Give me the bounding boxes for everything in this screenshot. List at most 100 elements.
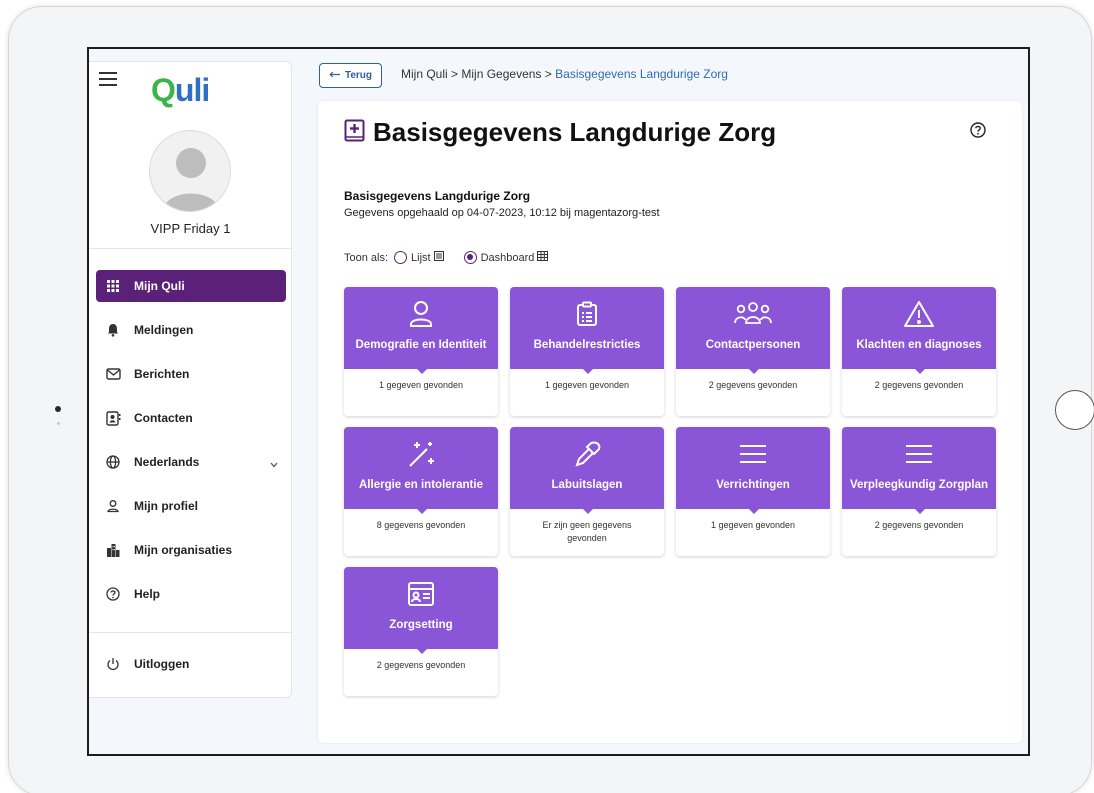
tile-count: 2 gegevens gevonden [708, 380, 798, 390]
pipette-icon [573, 439, 601, 469]
fetch-info: Gegevens opgehaald op 04-07-2023, 10:12 … [344, 207, 660, 219]
tile-behandelrestricties[interactable]: Behandelrestricties 1 gegeven gevonden [510, 287, 664, 416]
logo: Quli [151, 72, 210, 108]
warning-icon [903, 299, 935, 329]
back-label: Terug [344, 70, 373, 81]
content-card: Basisgegevens Langdurige Zorg Basisgegev… [318, 101, 1022, 743]
list-icon [433, 251, 444, 264]
home-button[interactable] [1055, 390, 1094, 430]
sidebar-item-berichten[interactable]: Berichten [96, 358, 286, 390]
breadcrumb-item-mijn-gegevens[interactable]: Mijn Gegevens [461, 67, 541, 81]
radio-dashboard[interactable] [463, 251, 477, 264]
view-option-lijst[interactable]: Lijst [388, 251, 444, 264]
tile-count: 1 gegeven gevonden [710, 520, 796, 530]
globe-icon [105, 454, 121, 470]
help-icon [105, 586, 121, 602]
username: VIPP Friday 1 [150, 221, 231, 236]
magic-wand-icon [406, 439, 436, 469]
chevron-down-icon[interactable] [270, 457, 278, 471]
divider [89, 632, 292, 633]
tile-demografie[interactable]: Demografie en Identiteit 1 gegeven gevon… [344, 287, 498, 416]
sidebar-item-label: Mijn Quli [134, 279, 185, 293]
breadcrumb-separator: > [544, 67, 552, 81]
view-toggle: Toon als: Lijst Dashboard [344, 251, 562, 264]
sidebar-nav: Mijn Quli Meldingen Berichten Contacten [96, 270, 286, 622]
bell-icon [105, 322, 121, 338]
tile-label: Contactpersonen [705, 339, 801, 351]
tile-label: Demografie en Identiteit [355, 339, 487, 351]
sidebar-item-label: Mijn organisaties [134, 543, 233, 557]
tile-label: Verpleegkundig Zorgplan [849, 479, 989, 491]
camera [55, 406, 61, 412]
tile-label: Zorgsetting [389, 619, 453, 631]
breadcrumb-separator: > [451, 67, 459, 81]
sidebar-item-meldingen[interactable]: Meldingen [96, 314, 286, 346]
tile-verrichtingen[interactable]: Verrichtingen 1 gegeven gevonden [676, 427, 830, 556]
person-icon [409, 299, 433, 329]
arrow-left-icon [329, 70, 341, 81]
sensor [57, 422, 60, 425]
breadcrumb: Mijn Quli > Mijn Gegevens > Basisgegeven… [401, 67, 728, 81]
sidebar-item-mijn-profiel[interactable]: Mijn profiel [96, 490, 286, 522]
tile-allergie[interactable]: Allergie en intolerantie 8 gegevens gevo… [344, 427, 498, 556]
id-card-icon [407, 579, 435, 609]
hamburger-icon[interactable] [99, 72, 117, 86]
section-title: Basisgegevens Langdurige Zorg [344, 189, 531, 203]
radio-lijst[interactable] [394, 251, 408, 264]
person-icon [105, 498, 121, 514]
sidebar-item-label: Mijn profiel [134, 499, 198, 513]
page-title: Basisgegevens Langdurige Zorg [373, 117, 777, 147]
grid-table-icon [537, 251, 549, 264]
back-button[interactable]: Terug [319, 63, 382, 88]
help-icon[interactable] [970, 122, 986, 143]
tile-labuitslagen[interactable]: Labuitslagen Er zijn geen gegevens gevon… [510, 427, 664, 556]
sidebar: Quli VIPP Friday 1 Mijn Quli Meldingen B… [89, 61, 292, 698]
tile-count: 1 gegeven gevonden [378, 380, 464, 390]
menu-lines-icon [738, 439, 768, 469]
grid-icon [105, 278, 121, 294]
sidebar-item-mijn-organisaties[interactable]: Mijn organisaties [96, 534, 286, 566]
divider [89, 248, 292, 249]
tile-klachten[interactable]: Klachten en diagnoses 2 gegevens gevonde… [842, 287, 996, 416]
tile-count: Er zijn geen gegevens gevonden [542, 520, 632, 543]
breadcrumb-item-mijn-quli[interactable]: Mijn Quli [401, 67, 448, 81]
avatar[interactable] [149, 130, 231, 212]
group-icon [733, 299, 773, 329]
sidebar-item-label: Contacten [134, 411, 193, 425]
sidebar-item-help[interactable]: Help [96, 578, 286, 610]
sidebar-item-label: Berichten [134, 367, 190, 381]
contacts-icon [105, 410, 121, 426]
tile-count: 2 gegevens gevonden [874, 520, 964, 530]
option-label: Dashboard [480, 251, 535, 264]
screen: Quli VIPP Friday 1 Mijn Quli Meldingen B… [87, 47, 1030, 756]
tile-contactpersonen[interactable]: Contactpersonen 2 gegevens gevonden [676, 287, 830, 416]
power-icon [105, 656, 121, 672]
tile-zorgsetting[interactable]: Zorgsetting 2 gegevens gevonden [344, 567, 498, 696]
medical-book-icon [344, 119, 366, 148]
option-label: Lijst [411, 251, 431, 264]
tile-count: 2 gegevens gevonden [376, 660, 466, 670]
tile-label: Verrichtingen [716, 479, 790, 491]
tile-label: Labuitslagen [551, 479, 623, 491]
tile-verpleegkundig-zorgplan[interactable]: Verpleegkundig Zorgplan 2 gegevens gevon… [842, 427, 996, 556]
logout-label: Uitloggen [134, 657, 190, 671]
sidebar-item-nederlands[interactable]: Nederlands [96, 446, 286, 478]
envelope-icon [105, 366, 121, 382]
sidebar-item-label: Nederlands [134, 455, 200, 469]
tile-count: 2 gegevens gevonden [874, 380, 964, 390]
logout-button[interactable]: Uitloggen [96, 648, 286, 680]
tile-label: Allergie en intolerantie [359, 479, 483, 491]
sidebar-item-label: Help [134, 587, 161, 601]
sidebar-item-contacten[interactable]: Contacten [96, 402, 286, 434]
breadcrumb-item-current: Basisgegevens Langdurige Zorg [555, 67, 728, 81]
view-label: Toon als: [344, 251, 389, 264]
clipboard-icon [576, 299, 598, 329]
avatar-placeholder-icon [162, 148, 220, 211]
sidebar-item-label: Meldingen [134, 323, 194, 337]
tile-count: 8 gegevens gevonden [376, 520, 466, 530]
view-option-dashboard[interactable]: Dashboard [458, 251, 549, 264]
building-icon [105, 542, 121, 558]
menu-lines-icon [904, 439, 934, 469]
tile-label: Klachten en diagnoses [856, 339, 982, 351]
sidebar-item-mijn-quli[interactable]: Mijn Quli [96, 270, 286, 302]
